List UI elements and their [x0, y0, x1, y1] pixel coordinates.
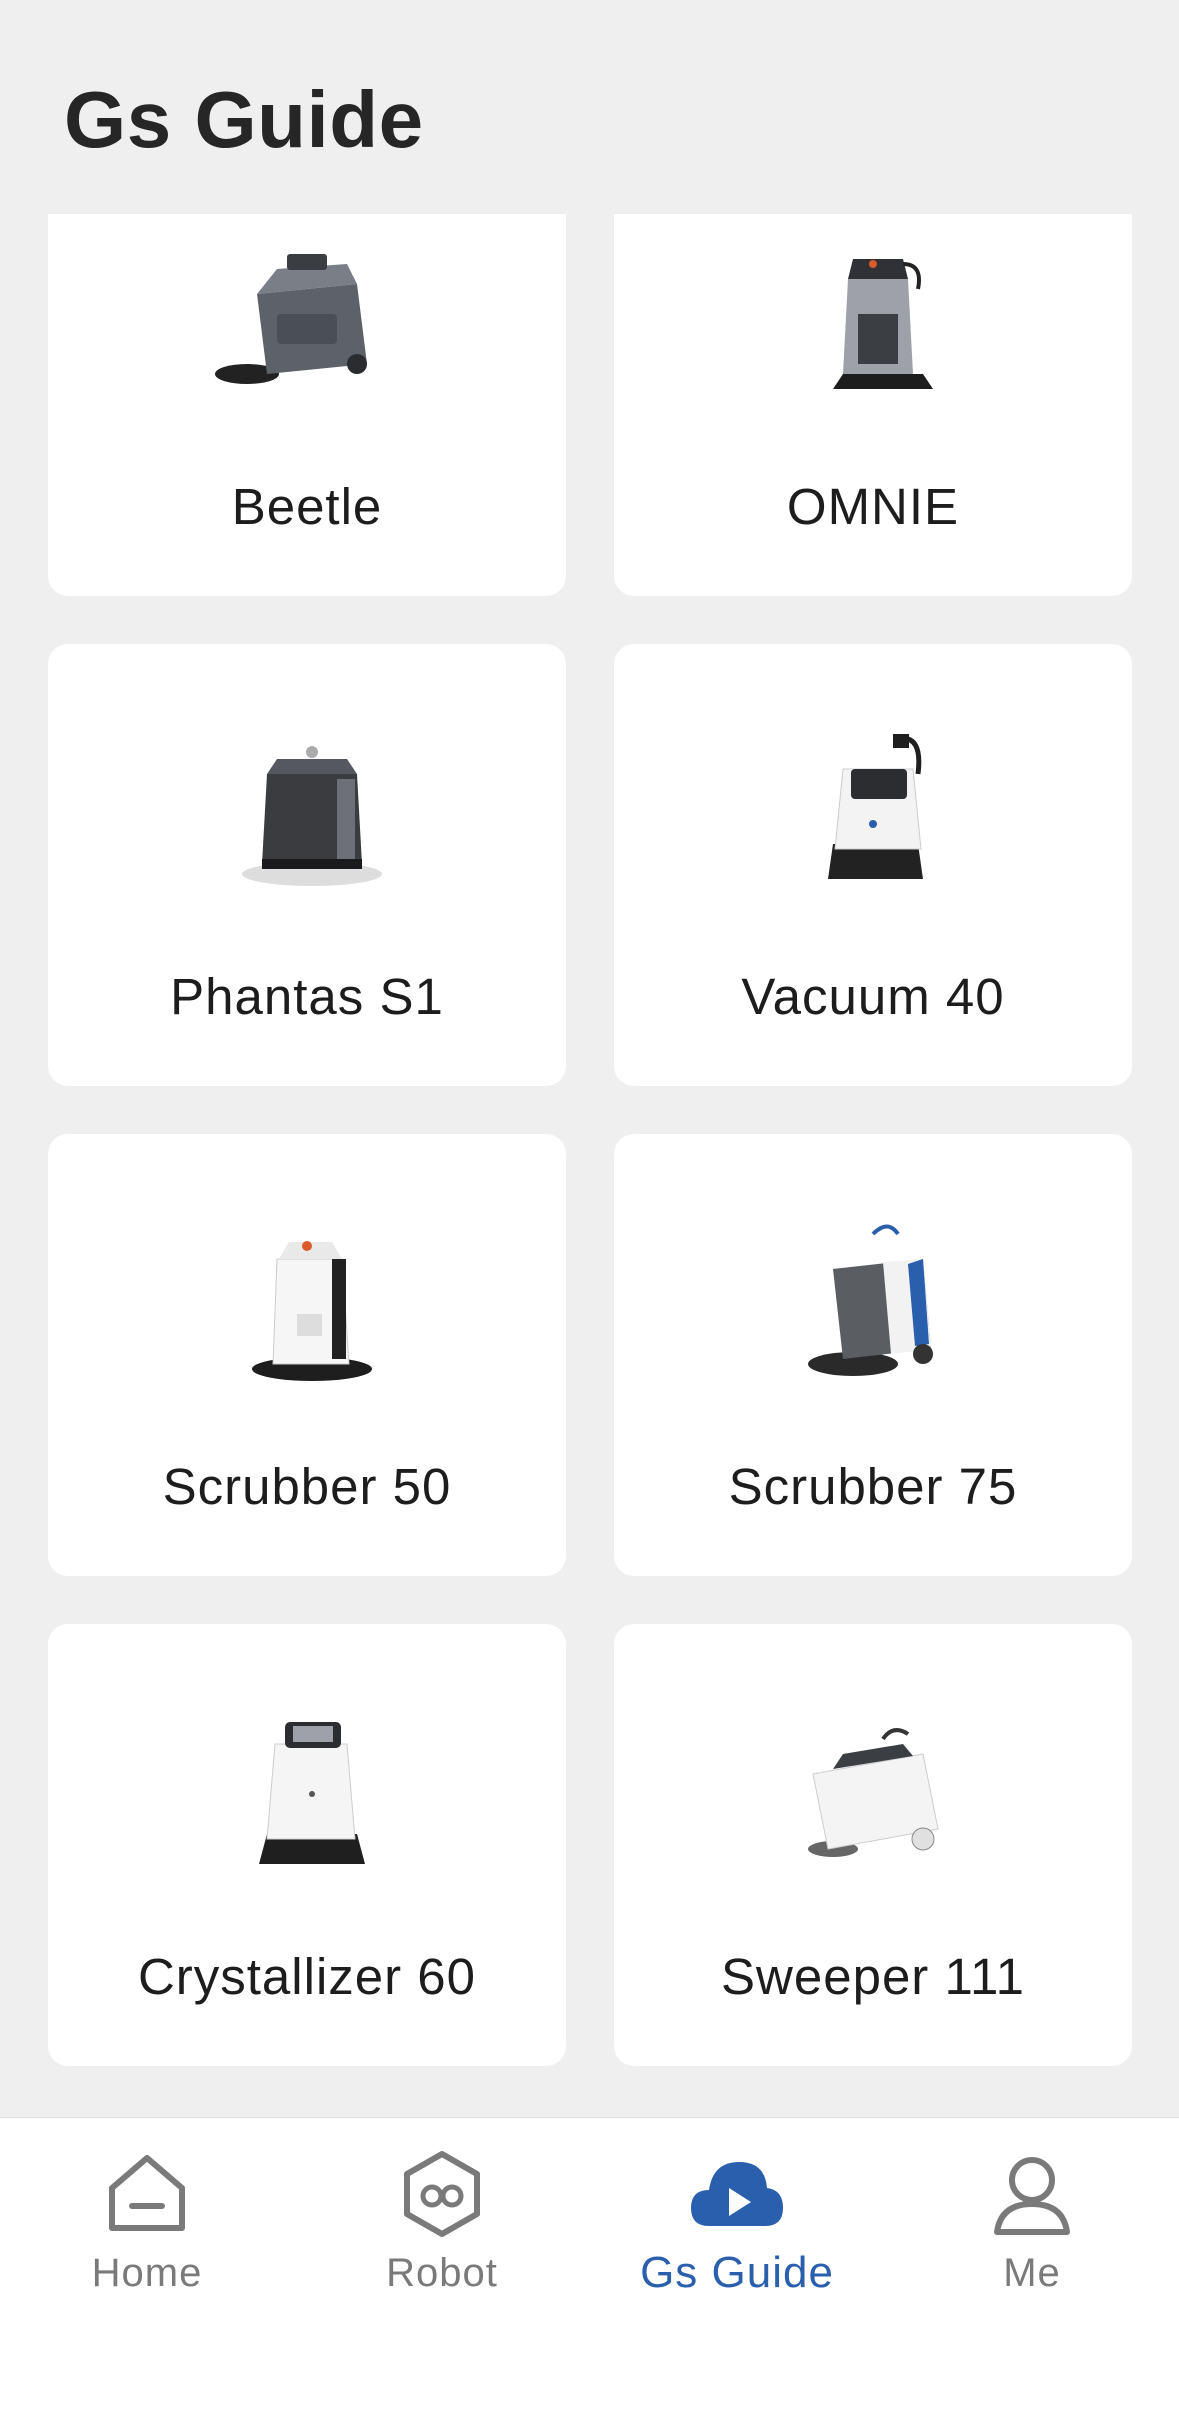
robot-vacuum40-icon	[828, 734, 923, 879]
robot-hexagon-icon	[404, 2151, 480, 2237]
product-card-beetle[interactable]: Beetle	[48, 214, 566, 596]
tab-label: Robot	[386, 2251, 498, 2295]
tab-label: Me	[1003, 2251, 1061, 2295]
person-icon	[994, 2157, 1070, 2235]
robot-sweeper111-icon	[808, 1728, 939, 1857]
robot-omnie-icon	[833, 259, 933, 389]
robot-crystallizer60-icon	[259, 1722, 365, 1864]
product-card-sweeper-111[interactable]: Sweeper 111	[614, 1624, 1132, 2066]
product-label: Beetle	[231, 478, 383, 535]
product-card-scrubber-75[interactable]: Scrubber 75	[614, 1134, 1132, 1576]
page-title: Gs Guide	[64, 75, 424, 164]
tab-gs-guide[interactable]: Gs Guide	[590, 2118, 884, 2318]
tab-me[interactable]: Me	[885, 2118, 1179, 2318]
bottom-tab-bar: Home Robot Gs Guide Me	[0, 2117, 1179, 2427]
product-card-vacuum-40[interactable]: Vacuum 40	[614, 644, 1132, 1086]
product-label: Sweeper 111	[721, 1948, 1025, 2005]
product-card-crystallizer-60[interactable]: Crystallizer 60	[48, 1624, 566, 2066]
home-icon	[109, 2155, 185, 2231]
tab-label: Gs Guide	[640, 2248, 834, 2297]
robot-phantas-icon	[242, 746, 382, 886]
product-label: Crystallizer 60	[137, 1948, 477, 2005]
product-label: Phantas S1	[170, 968, 444, 1025]
product-card-phantas-s1[interactable]: Phantas S1	[48, 644, 566, 1086]
robot-scrubber50-icon	[252, 1241, 372, 1381]
product-grid: Beetle OMNIE Phantas S1 Vacuum 40 Scrubb…	[48, 214, 1132, 2066]
product-card-scrubber-50[interactable]: Scrubber 50	[48, 1134, 566, 1576]
product-label: Vacuum 40	[741, 968, 1005, 1025]
product-label: Scrubber 75	[728, 1458, 1018, 1515]
product-grid-viewport[interactable]: Beetle OMNIE Phantas S1 Vacuum 40 Scrubb…	[0, 214, 1179, 2117]
product-label: Scrubber 50	[162, 1458, 452, 1515]
tab-label: Home	[91, 2251, 203, 2295]
product-label: OMNIE	[786, 478, 960, 535]
product-card-omnie[interactable]: OMNIE	[614, 214, 1132, 596]
robot-scrubber75-icon	[808, 1224, 933, 1376]
tab-home[interactable]: Home	[0, 2118, 294, 2318]
tab-robot[interactable]: Robot	[295, 2118, 589, 2318]
robot-beetle-icon	[215, 254, 367, 384]
cloud-play-icon	[691, 2162, 783, 2226]
